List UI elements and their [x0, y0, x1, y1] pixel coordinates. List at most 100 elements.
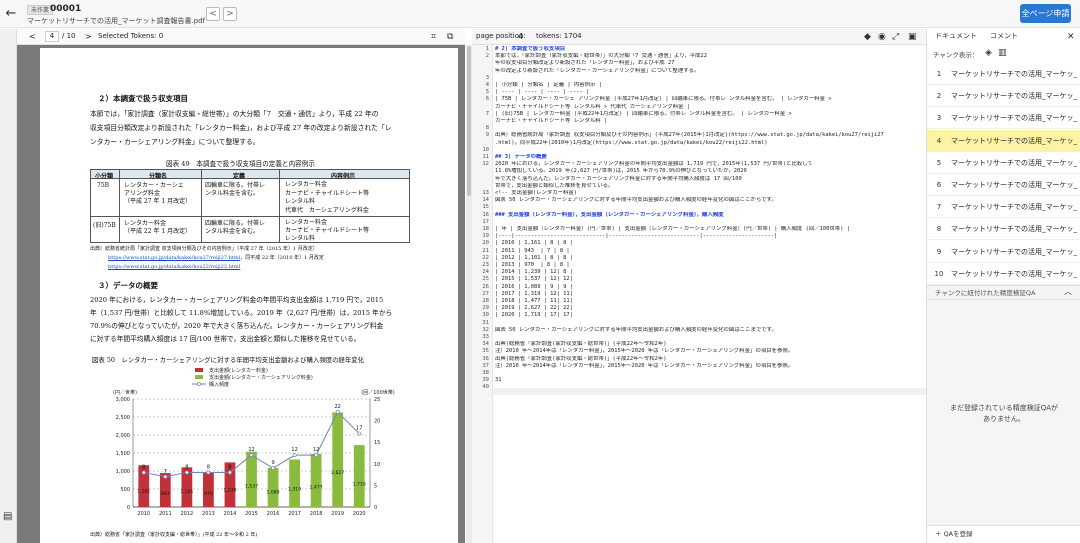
frequency-label: 22 [334, 404, 340, 410]
submit-all-pages-button[interactable]: 全ページ申請 [1020, 4, 1071, 23]
left-sidebar-strip: ▤ [0, 29, 17, 543]
chunk-item[interactable]: 2 マーケットリサーチでの活用_マーケッ_000 [927, 85, 1080, 108]
next-document-button[interactable]: > [223, 7, 237, 21]
save-icon[interactable]: ▣ [908, 32, 917, 42]
eye-icon[interactable]: ◉ [878, 32, 886, 42]
chunk-item[interactable]: 6 マーケットリサーチでの活用_マーケッ_000 [927, 174, 1080, 196]
crop-icon[interactable]: ⧉ [447, 32, 453, 42]
line-number: 23 [482, 262, 489, 268]
chunk-item[interactable]: 8 マーケットリサーチでの活用_マーケッ_000 [927, 218, 1080, 241]
x-tick-label: 2012 [180, 511, 193, 517]
x-tick-label: 2020 [353, 511, 366, 517]
chunk-item[interactable]: 3 マーケットリサーチでの活用_マーケッ_000 [927, 107, 1080, 130]
paragraph-line: 本節では，「家計調査（家計収支編・総世帯）」の大分類「7 交通・通信」より，平成… [90, 110, 379, 118]
chunk-item[interactable]: 10 マーケットリサーチでの活用_マーケッ_000 [927, 263, 1080, 285]
chunk-item[interactable]: 9 マーケットリサーチでの活用_マーケッ_000 [927, 241, 1080, 263]
chunk-number: 6 [936, 181, 942, 189]
expand-icon[interactable]: ⤢ [892, 32, 899, 42]
pdf-toolbar: < 4 / 10 > Selected Tokens: 0 ⌗ ⧉ [17, 29, 465, 45]
page-number-input[interactable]: 4 [45, 31, 59, 42]
table-cell-name: アリング料金 [124, 190, 161, 197]
editor-line: | 2018 | 1,477 | 11| 11| [495, 298, 573, 304]
table-cell-def: 四輪車に限る。付帯レ [205, 182, 266, 189]
bar-value-label: 1,161 [137, 488, 150, 494]
chunk-item[interactable]: 7 マーケットリサーチでの活用_マーケッ_000 [927, 196, 1080, 219]
markdown-editor[interactable]: # 2) 本調査で扱う収支項目 本節では，「家計調査（家計収支編・総世帯）」の大分… [493, 45, 926, 543]
app-root: ← 未作業 00001 マーケットリサーチでの活用_マーケット調査報告書.pdf… [0, 0, 1080, 543]
editor-line: カーナビ・チャイルドシート等 レンタル料 | [495, 118, 608, 124]
legend-swatch [195, 368, 203, 372]
chunk-item[interactable]: 5 マーケットリサーチでの活用_マーケッ_000 [927, 152, 1080, 174]
editor-line: 年の改定より新設された「レンタカー・カーシェアリング料金」について整理する。 [495, 67, 700, 74]
table-header-cell: 分類名 [149, 173, 168, 180]
book-icon[interactable]: ▥ [998, 48, 1007, 58]
tab-comment[interactable]: コメント [990, 31, 1018, 41]
select-area-icon[interactable]: ⌗ [431, 32, 436, 42]
tab-document[interactable]: ドキュメント [935, 31, 977, 41]
x-tick-label: 2016 [267, 511, 280, 517]
editor-line: # 2) 本調査で扱う収支項目 [495, 46, 566, 52]
layers-icon[interactable]: ◈ [985, 48, 992, 58]
chevron-up-icon[interactable]: ︿ [1064, 287, 1072, 297]
frequency-point [206, 470, 211, 475]
pdf-prev-page-button[interactable]: < [29, 29, 36, 44]
token-count: tokens: 1704 [536, 32, 582, 40]
editor-line: カーナビ・チャイルドシート等 レンタル料 > 代車代 カーシェアリング料金 | [495, 103, 691, 110]
editor-line: 出典)総務省「家計調査(家計収支編・総世帯)」(平成22年～令和2年) [495, 355, 667, 362]
legend-label: 支出金額(レンタカー料金) [209, 367, 268, 374]
frequency-label: 12 [248, 447, 254, 453]
line-number: 8 [485, 125, 489, 132]
y-axis-right-label: (回／100世帯) [361, 389, 394, 396]
paragraph-line: に対する年間平均購入頻度は 17 回/100 世帯で，支出金額と類似した推移を見… [90, 335, 361, 343]
source-link[interactable]: https://www.stat.go.jp/data/kakei/kou27/… [108, 255, 240, 261]
legend-label: 支出金額(レンタカー・カーシェアリング料金) [209, 374, 313, 381]
bar-value-label: 1,319 [288, 486, 301, 492]
editor-line-gutter: 1 2 3 4 5 6 7 8 9 10 11 12 13 14 15 16 17 18 19 20 21 22 23 24 2… [472, 45, 493, 543]
y-axis-left-label: (円／世帯) [113, 389, 137, 396]
prev-document-button[interactable]: < [206, 7, 220, 21]
frequency-point [335, 410, 340, 414]
chunk-number: 10 [934, 269, 944, 278]
frequency-label: 8 [207, 464, 210, 470]
add-qa-button[interactable]: ＋ QAを登録 [927, 525, 1080, 543]
line-number: 27 [482, 290, 489, 297]
paragraph-line: ンタカー・カーシェアリング料金」について整理する。 [90, 138, 260, 146]
line-number: 20 [482, 240, 489, 247]
table-cell-name: （平成 22 年 1 月改定） [124, 228, 192, 235]
line-number: 33 [482, 334, 489, 340]
editor-line: |----|----------------------------|-----… [495, 233, 778, 240]
tag-icon[interactable]: ◆ [864, 32, 871, 42]
document-filename: マーケットリサーチでの活用_マーケット調査報告書.pdf [27, 17, 206, 25]
pdf-next-page-button[interactable]: > [85, 29, 92, 44]
qa-empty-line: まだ登録されている精度検証QAが [949, 404, 1059, 412]
chunk-number: 8 [936, 225, 942, 234]
bar-value-label: 1,089 [266, 489, 279, 495]
document-icon[interactable]: ▤ [3, 512, 12, 522]
frequency-label: 8 [228, 464, 231, 470]
frequency-point [292, 453, 297, 458]
table-cell-name: レンタカー料金 [124, 220, 167, 227]
bar-value-label: 943 [161, 491, 170, 497]
back-arrow-icon[interactable]: ← [3, 6, 19, 22]
bar [203, 472, 214, 507]
paragraph-line: 年（1,537 円/世帯）と比較して 11.8%増加している。2019 年（2,… [90, 309, 393, 317]
line-number: 14 [482, 197, 489, 204]
chunk-item[interactable]: 4 マーケットリサーチでの活用_マーケッ_000 [927, 129, 1080, 152]
line-number: 24 [482, 269, 489, 276]
close-icon[interactable]: ✕ [1067, 32, 1075, 42]
chunk-number: 4 [936, 136, 942, 145]
pdf-scrollbar-thumb[interactable] [467, 46, 471, 196]
frequency-label: 8 [185, 464, 188, 470]
page-total: / 10 [62, 32, 76, 40]
table-cell-name: （平成 27 年 1 月改定） [124, 198, 192, 205]
qa-empty-message: まだ登録されている精度検証QAが ありません。 [937, 403, 1071, 425]
y-tick-left: 2,000 [116, 433, 130, 439]
table-cell-code: (旧)75B [93, 222, 116, 229]
table-header-cell: 小分類 [95, 173, 114, 180]
line-number: 17 [482, 218, 489, 225]
chunk-item[interactable]: 1 マーケットリサーチでの活用_マーケッ_000 [927, 63, 1080, 85]
chart-source: 出典）総務省「家計調査（家計収支編・総世帯）」(平成 22 年〜令和 2 年) [90, 532, 258, 538]
editor-toolbar: page position: 4 tokens: 1704 ◆ ◉ ⤢ ▣ [472, 29, 926, 45]
source-link[interactable]: https://www.stat.go.jp/data/kakei/kou22/… [90, 263, 450, 272]
line-number: 7 [485, 110, 489, 117]
